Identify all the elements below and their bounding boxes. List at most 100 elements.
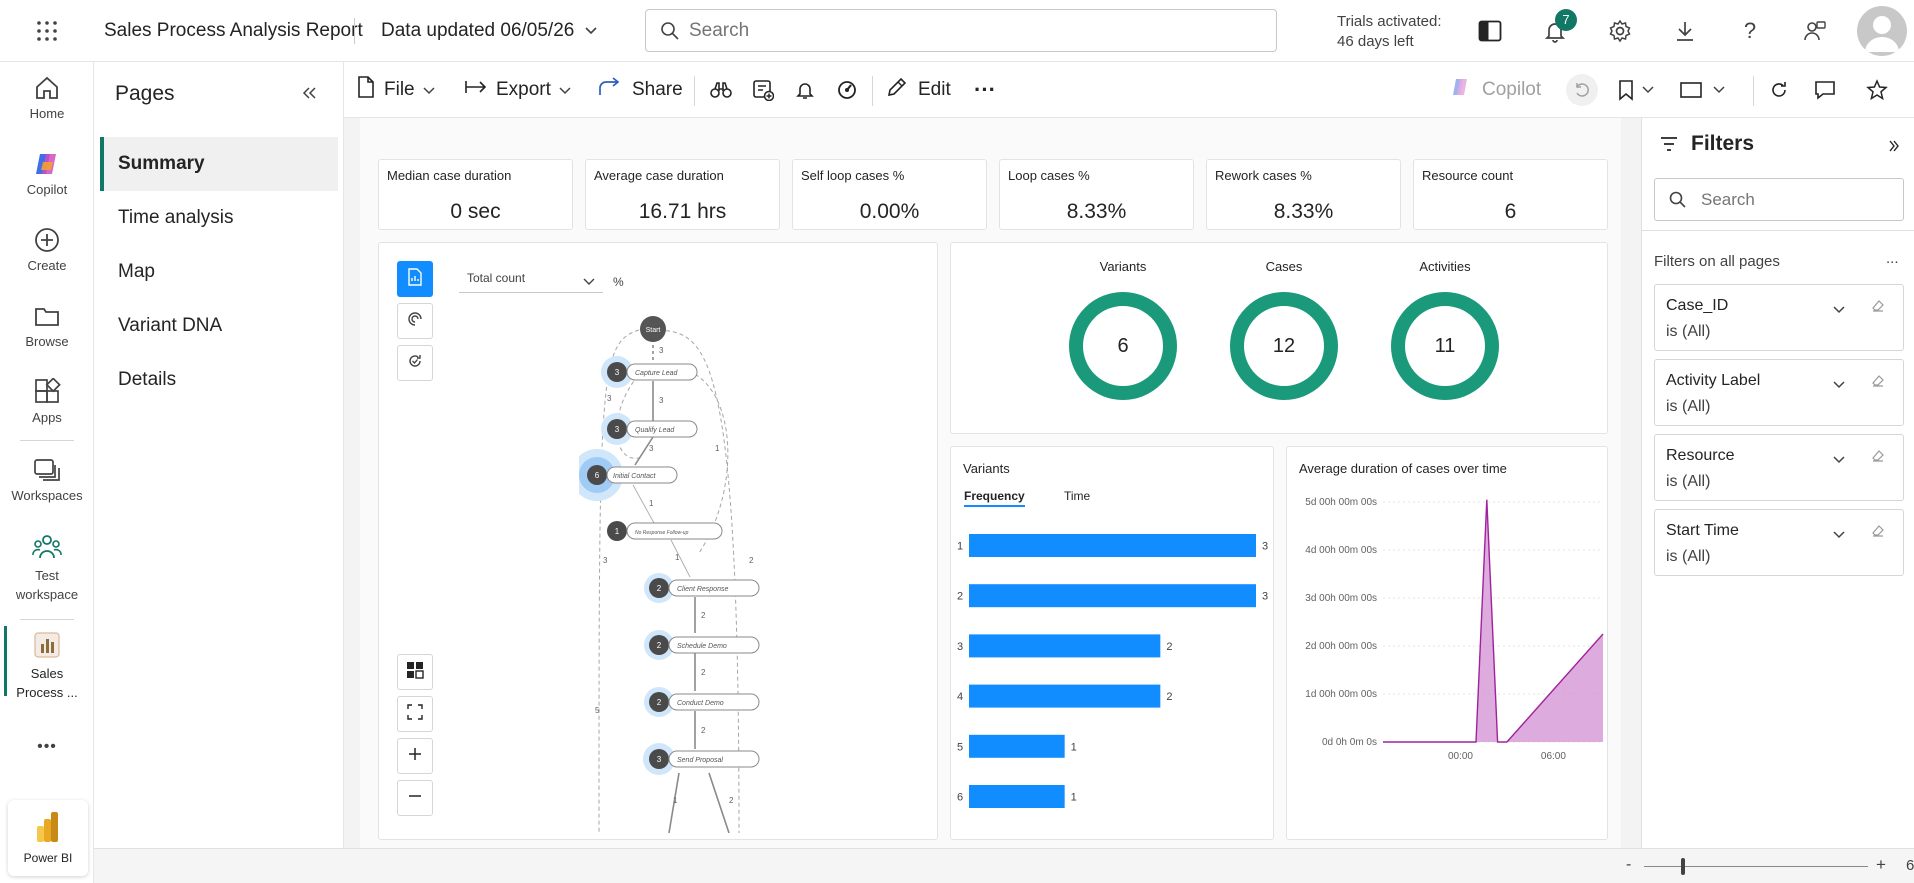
favorite-star-icon[interactable] [1862,62,1892,118]
duration-chart-visual[interactable]: Average duration of cases over time 0d 0… [1286,446,1608,840]
filter-card-start-time[interactable]: Start Time is (All) [1654,509,1904,576]
layout-grid-button[interactable] [397,654,433,690]
chevron-down-icon[interactable] [1833,301,1845,319]
filter-card-activity-label[interactable]: Activity Label is (All) [1654,359,1904,426]
variant-bar[interactable] [969,785,1065,808]
process-node[interactable]: 6 Initial Contact [579,449,678,501]
filters-section-more[interactable]: ... [1886,250,1899,267]
fit-to-screen-button[interactable] [397,696,433,732]
rail-test-workspace[interactable]: Test workspace [0,532,94,604]
zoom-in-button[interactable] [397,738,433,774]
duration-area[interactable] [1383,499,1603,742]
variant-bar[interactable] [969,584,1256,608]
collapse-filters-icon[interactable] [1882,134,1906,158]
filter-card-resource[interactable]: Resource is (All) [1654,434,1904,501]
export-menu-button[interactable]: Export [464,62,571,118]
page-summary[interactable]: Summary [100,137,338,191]
bookmark-icon[interactable] [1618,62,1654,118]
data-updated-button[interactable]: Data updated 06/05/26 [381,20,598,42]
powerbi-switcher[interactable]: Power BI [8,800,88,876]
share-button[interactable]: Share [598,62,683,118]
process-node[interactable]: 3 Capture Lead [601,356,698,388]
process-node[interactable]: 2 Conduct Demo [644,687,760,717]
chevron-down-icon[interactable] [1833,376,1845,394]
zoom-out-status-button[interactable]: - [1626,856,1631,874]
toolbar-more-button[interactable]: ··· [974,62,996,118]
page-time-analysis[interactable]: Time analysis [100,191,338,245]
download-icon[interactable] [1670,16,1700,46]
copilot-button[interactable]: Copilot [1450,62,1541,118]
rework-view-button[interactable] [397,345,433,381]
subscribe-bell-icon[interactable] [790,62,820,118]
performance-gauge-icon[interactable] [832,62,862,118]
view-mode-icon[interactable] [1679,62,1725,118]
global-search[interactable] [645,9,1277,52]
rail-apps[interactable]: Apps [0,378,94,425]
app-launcher-icon[interactable] [30,14,64,48]
panel-toggle-icon[interactable] [1475,16,1505,46]
rail-copilot[interactable]: Copilot [0,150,94,197]
variant-bar[interactable] [969,534,1256,557]
reset-icon[interactable] [1564,62,1600,118]
kpi-card-resource-count[interactable]: Resource count 6 [1413,159,1608,230]
report-title[interactable]: Sales Process Analysis Report [104,20,363,42]
node-count: 3 [657,755,662,764]
add-comment-icon[interactable] [748,62,778,118]
eraser-icon[interactable] [1870,372,1886,393]
tab-time[interactable]: Time [1064,489,1090,503]
process-map-visual[interactable]: Total count % 3 3 3 3 1 1 1 2 2 2 3 2 5 … [378,242,938,840]
search-input[interactable] [689,18,1249,44]
kpi-card-average-duration[interactable]: Average case duration 16.71 hrs [585,159,780,230]
process-node[interactable]: 2 Schedule Demo [644,630,760,660]
variant-bar[interactable] [969,734,1065,758]
zoom-out-button[interactable] [397,780,433,816]
eraser-icon[interactable] [1870,522,1886,543]
settings-gear-icon[interactable] [1605,16,1635,46]
frequency-view-button[interactable] [397,261,433,297]
process-node[interactable]: 1 No Response Follow-up [607,521,723,541]
filters-search-input[interactable] [1701,189,1891,211]
share-feedback-icon[interactable] [1800,16,1830,46]
chevron-down-icon[interactable] [1833,451,1845,469]
collapse-pages-icon[interactable] [294,78,324,108]
binoculars-icon[interactable] [706,62,736,118]
eraser-icon[interactable] [1870,297,1886,318]
comment-icon[interactable] [1810,62,1840,118]
edit-button[interactable]: Edit [886,62,951,118]
kpi-card-rework[interactable]: Rework cases % 8.33% [1206,159,1401,230]
process-node[interactable]: 3 Qualify Lead [601,413,698,445]
rail-workspaces[interactable]: Workspaces [0,456,94,503]
chevron-down-icon[interactable] [1833,526,1845,544]
rail-browse[interactable]: Browse [0,302,94,349]
rail-sales-process[interactable]: Sales Process ... [0,630,94,702]
page-map[interactable]: Map [100,245,338,299]
file-menu-button[interactable]: File [356,62,435,118]
page-variant-dna[interactable]: Variant DNA [100,299,338,353]
kpi-card-self-loop[interactable]: Self loop cases % 0.00% [792,159,987,230]
process-node[interactable]: 2 Client Response [644,573,760,603]
zoom-slider-track[interactable] [1644,866,1868,867]
tab-frequency[interactable]: Frequency [964,489,1025,507]
kpi-card-loop[interactable]: Loop cases % 8.33% [999,159,1194,230]
filters-search[interactable] [1654,178,1904,221]
refresh-icon[interactable] [1764,62,1794,118]
variant-bar[interactable] [969,684,1161,708]
rail-create[interactable]: Create [0,226,94,273]
zoom-slider-thumb[interactable] [1681,858,1685,875]
rail-home[interactable]: Home [0,74,94,121]
help-icon[interactable]: ? [1735,16,1765,46]
eraser-icon[interactable] [1870,447,1886,468]
variant-bar[interactable] [969,634,1161,658]
rail-more-button[interactable]: ••• [0,738,94,756]
zoom-in-status-button[interactable]: + [1876,855,1886,875]
variants-chart-visual[interactable]: Variants Frequency Time 1 3 2 3 3 2 4 2 5 1 6 1 [950,446,1274,840]
process-node[interactable]: 3 Send Proposal [643,743,760,775]
performance-view-button[interactable] [397,303,433,339]
page-details[interactable]: Details [100,353,338,407]
kpi-card-median-duration[interactable]: Median case duration 0 sec [378,159,573,230]
metric-dropdown[interactable]: Total count [459,265,603,293]
summary-donuts-visual[interactable]: Variants Cases Activities 6 12 11 [950,242,1608,434]
avatar[interactable] [1857,6,1907,56]
filter-card-case-id[interactable]: Case_ID is (All) [1654,284,1904,351]
percent-toggle[interactable]: % [613,275,624,289]
